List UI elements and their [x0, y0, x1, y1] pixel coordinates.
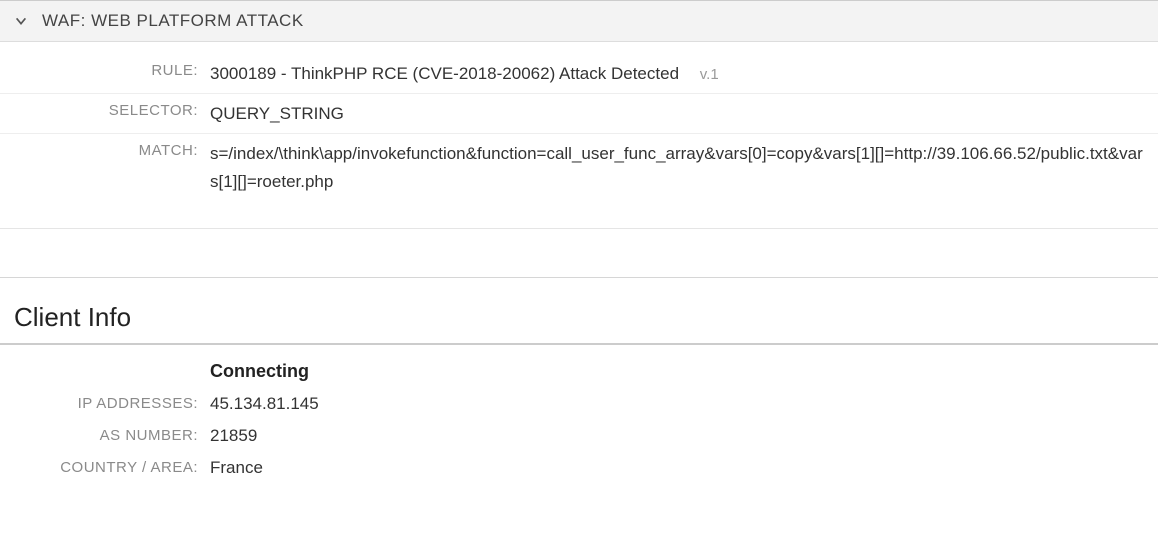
- waf-match-label: MATCH:: [0, 140, 210, 159]
- waf-selector-value: QUERY_STRING: [210, 100, 1146, 127]
- waf-rule-version: v.1: [700, 66, 719, 83]
- waf-rule-label: RULE:: [0, 60, 210, 79]
- waf-match-row: MATCH: s=/index/\think\app/invokefunctio…: [0, 134, 1158, 200]
- client-ip-label: IP ADDRESSES:: [0, 395, 210, 412]
- waf-details: RULE: 3000189 - ThinkPHP RCE (CVE-2018-2…: [0, 42, 1158, 205]
- client-ip-value: 45.134.81.145: [210, 394, 319, 414]
- client-country-row: COUNTRY / AREA: France: [0, 452, 1158, 484]
- waf-rule-value: 3000189 - ThinkPHP RCE (CVE-2018-20062) …: [210, 60, 1146, 87]
- spacer: [0, 229, 1158, 277]
- client-asn-row: AS NUMBER: 21859: [0, 420, 1158, 452]
- client-ip-row: IP ADDRESSES: 45.134.81.145: [0, 388, 1158, 420]
- client-asn-value: 21859: [210, 426, 257, 446]
- client-country-label: COUNTRY / AREA:: [0, 459, 210, 476]
- waf-section-title: WAF: WEB PLATFORM ATTACK: [42, 11, 304, 31]
- client-country-value: France: [210, 458, 263, 478]
- client-info-heading: Client Info: [0, 278, 1158, 345]
- chevron-down-icon: [14, 14, 28, 28]
- waf-selector-row: SELECTOR: QUERY_STRING: [0, 94, 1158, 134]
- client-info-block: Connecting IP ADDRESSES: 45.134.81.145 A…: [0, 345, 1158, 484]
- waf-section-header[interactable]: WAF: WEB PLATFORM ATTACK: [0, 0, 1158, 42]
- client-connecting-value: Connecting: [210, 361, 309, 382]
- client-asn-label: AS NUMBER:: [0, 427, 210, 444]
- client-connecting-row: Connecting: [0, 355, 1158, 388]
- waf-selector-label: SELECTOR:: [0, 100, 210, 119]
- divider: [0, 205, 1158, 229]
- waf-rule-row: RULE: 3000189 - ThinkPHP RCE (CVE-2018-2…: [0, 54, 1158, 94]
- waf-rule-text: 3000189 - ThinkPHP RCE (CVE-2018-20062) …: [210, 64, 679, 83]
- waf-match-value: s=/index/\think\app/invokefunction&funct…: [210, 140, 1146, 194]
